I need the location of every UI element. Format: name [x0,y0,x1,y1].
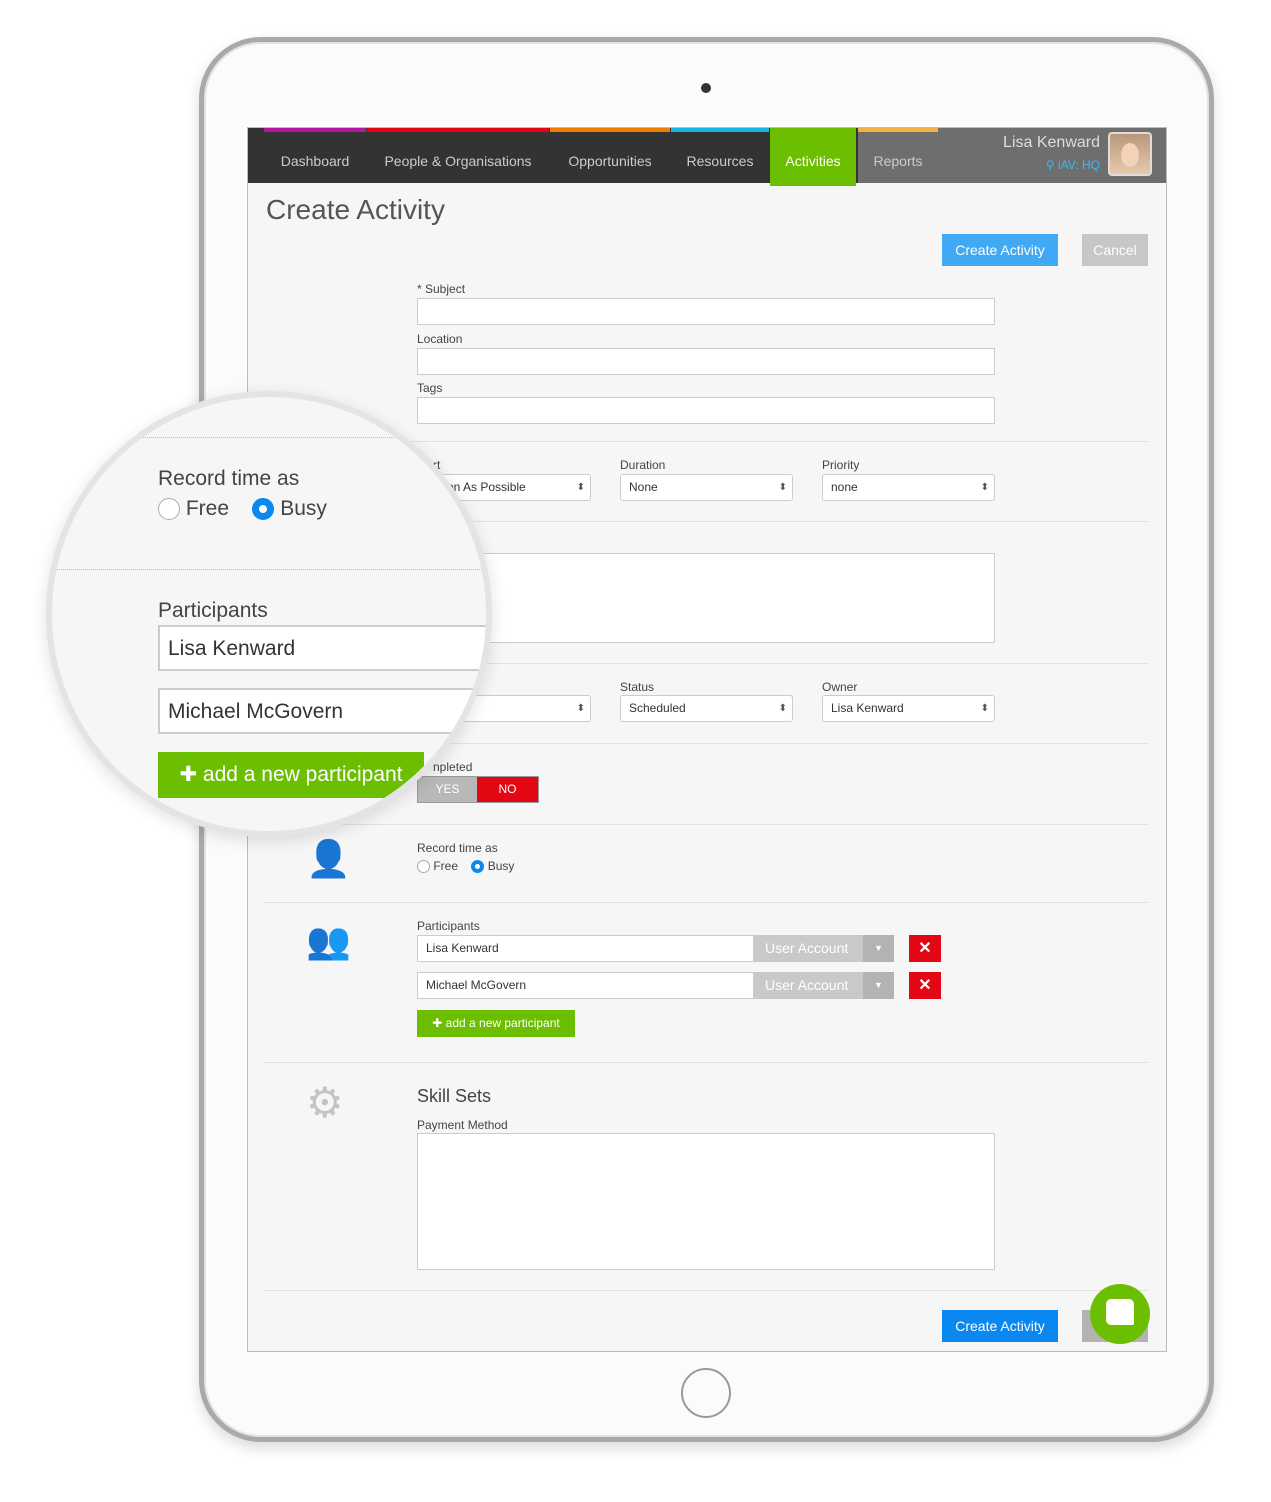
divider [264,824,1148,825]
participant-type-select[interactable]: User Account ▼ [754,972,894,999]
owner-label: Owner [822,680,858,694]
owner-select[interactable]: Lisa Kenward [822,695,995,722]
mag-radios: Free Busy [158,497,327,521]
payment-method-label: Payment Method [417,1118,508,1132]
toggle-yes[interactable]: YES [418,777,477,802]
plus-icon: ✚ [179,763,203,786]
mag-add-participant-label: add a new participant [202,763,403,786]
avatar[interactable] [1108,132,1152,176]
chat-widget-icon[interactable] [1090,1284,1150,1344]
busy-label: Busy [487,859,515,873]
nav-opportunities[interactable]: Opportunities [550,128,670,183]
magnifier-callout: Record time as Free Busy Participants Li… [46,391,492,837]
create-activity-button-bottom[interactable]: Create Activity [942,1310,1058,1342]
location-link[interactable]: ⚲ iAV: HQ [1046,158,1100,172]
top-nav: Dashboard People & Organisations Opportu… [248,128,1166,186]
mag-radio-free[interactable] [158,498,180,521]
free-label: Free [433,859,459,873]
nav-reports[interactable]: Reports [858,128,938,183]
nav-resources[interactable]: Resources [671,128,769,183]
gear-icon: ⚙ [306,1079,344,1126]
user-name[interactable]: Lisa Kenward [1003,134,1100,152]
duration-select[interactable]: None [620,474,793,501]
divider [264,1290,1148,1291]
create-activity-button[interactable]: Create Activity [942,234,1058,266]
home-button[interactable] [681,1368,731,1418]
location-label: Location [417,332,463,346]
mag-participants-label: Participants [158,599,268,622]
nav-activities[interactable]: Activities [770,128,856,186]
participants-label: Participants [417,919,480,933]
radio-free[interactable] [417,860,430,874]
divider [52,569,486,570]
camera [701,83,711,93]
add-participant-label: add a new participant [445,1016,560,1030]
participant-type-select[interactable]: User Account ▼ [754,935,894,962]
skill-sets-title: Skill Sets [417,1086,492,1106]
payment-method-textarea[interactable] [417,1133,995,1270]
completed-toggle[interactable]: YES NO [417,776,539,803]
mag-radio-busy[interactable] [252,498,275,521]
remove-participant-button[interactable]: ✕ [909,972,941,999]
subject-input[interactable] [417,298,995,325]
remove-participant-button[interactable]: ✕ [909,935,941,962]
cancel-button[interactable]: Cancel [1082,234,1148,266]
completed-label: npleted [433,760,473,774]
tags-input[interactable] [417,397,995,424]
tags-label: Tags [417,381,443,395]
mag-free-label: Free [185,497,230,520]
priority-select[interactable]: none [822,474,995,501]
divider [264,1062,1148,1063]
participant-input[interactable]: Lisa Kenward [417,935,754,962]
mag-participant-input[interactable]: Lisa Kenward [158,625,486,671]
user-check-icon: 👤 [306,838,351,879]
mag-add-participant-button[interactable]: ✚ add a new participant [158,752,424,798]
status-label: Status [620,680,655,694]
priority-label: Priority [822,458,860,472]
caret-down-icon: ▼ [863,972,894,999]
subject-label: * Subject [417,282,466,296]
caret-down-icon: ▼ [863,935,894,962]
participants-icon: 👥 [306,920,351,961]
nav-dashboard[interactable]: Dashboard [264,128,366,183]
mag-busy-label: Busy [280,497,327,520]
nav-people[interactable]: People & Organisations [367,128,549,183]
location-label: iAV: HQ [1057,158,1100,172]
toggle-no[interactable]: NO [477,777,538,802]
add-participant-button[interactable]: ✚ add a new participant [417,1010,575,1037]
mag-record-time-label: Record time as [158,467,300,490]
status-select[interactable]: Scheduled [620,695,793,722]
page-title: Create Activity [266,194,445,225]
radio-busy[interactable] [471,860,485,874]
plus-icon: ✚ [432,1016,446,1030]
duration-label: Duration [620,458,666,472]
participant-type: User Account [765,977,849,993]
record-time-label: Record time as [417,841,498,855]
description-textarea[interactable] [417,553,995,643]
pin-icon: ⚲ [1045,158,1058,172]
mag-participant-input[interactable]: Michael McGovern [158,688,486,734]
participant-input[interactable]: Michael McGovern [417,972,754,999]
divider [264,902,1148,903]
record-time-radios: Free Busy [417,859,515,874]
location-input[interactable] [417,348,995,375]
divider [52,437,486,438]
participant-type: User Account [765,940,849,956]
